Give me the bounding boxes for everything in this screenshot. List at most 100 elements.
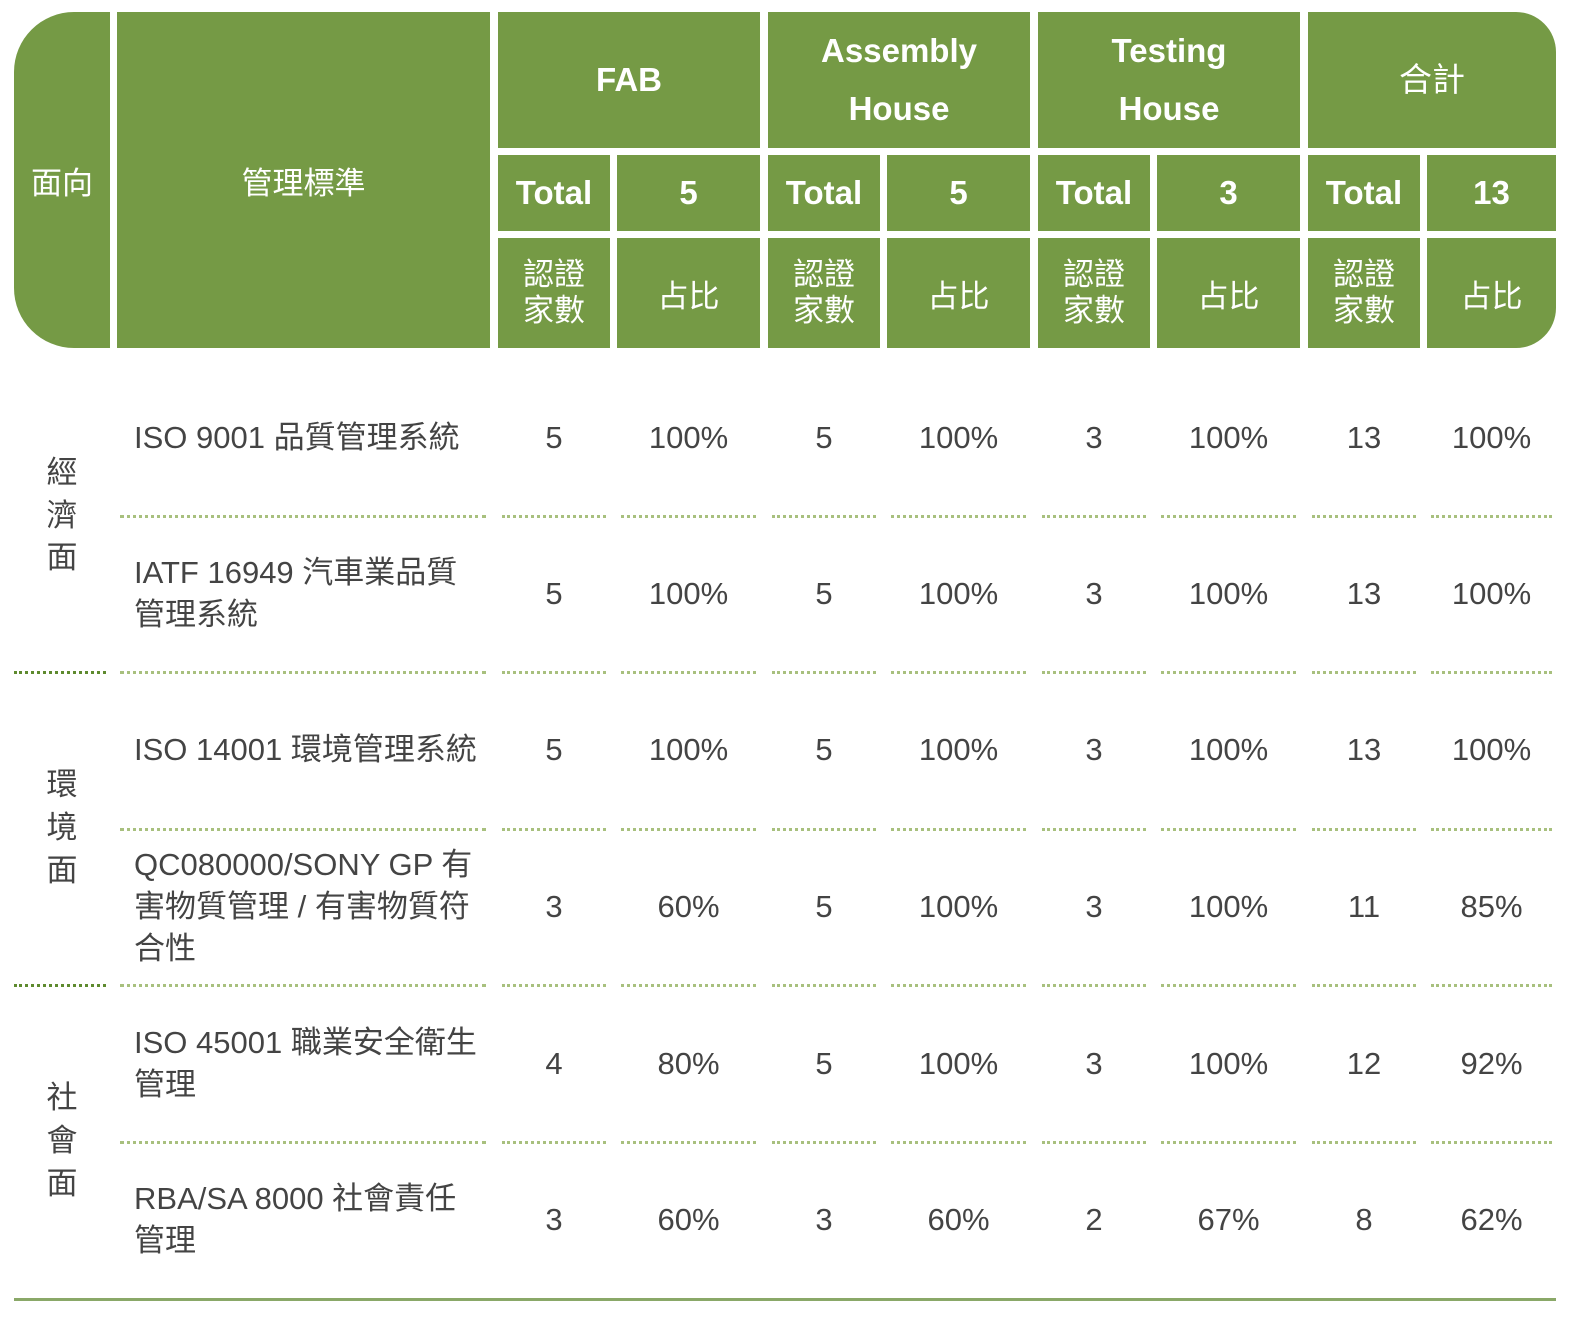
cell-sum-ratio: 100% <box>1451 420 1532 455</box>
row-separator <box>1161 671 1296 674</box>
row-separator <box>502 1141 606 1144</box>
cell-sum-count: 8 <box>1355 1202 1373 1237</box>
cell-testing-count: 3 <box>1085 732 1103 767</box>
table-row-standard: QC080000/SONY GP 有害物質管理 / 有害物質符合性 <box>134 847 473 966</box>
cell-testing-ratio: 100% <box>1188 889 1269 924</box>
row-separator <box>502 984 606 987</box>
table-row-standard: IATF 16949 汽車業品質管理系統 <box>134 555 458 632</box>
cell-testing-ratio: 100% <box>1188 732 1269 767</box>
cell-sum-count: 11 <box>1347 889 1381 924</box>
row-separator <box>1161 828 1296 831</box>
total-value-assembly: 5 <box>887 155 1030 231</box>
row-separator <box>621 828 756 831</box>
cell-assembly-ratio: 100% <box>918 420 999 455</box>
cell-testing-ratio: 100% <box>1188 576 1269 611</box>
row-separator <box>1431 515 1552 518</box>
row-separator <box>1042 828 1146 831</box>
row-separator <box>772 671 876 674</box>
row-separator <box>120 515 486 518</box>
cell-sum-ratio: 85% <box>1460 889 1523 924</box>
row-separator <box>1312 828 1416 831</box>
cell-fab-count: 3 <box>545 889 563 924</box>
row-separator <box>891 828 1026 831</box>
row-separator <box>772 828 876 831</box>
cell-assembly-count: 5 <box>815 420 833 455</box>
cell-testing-count: 3 <box>1085 889 1103 924</box>
cell-sum-count: 13 <box>1346 576 1382 611</box>
row-separator <box>502 515 606 518</box>
total-label-testing: Total <box>1038 155 1150 231</box>
ratio-label-assembly: 占比 <box>887 238 1030 348</box>
cell-fab-ratio: 80% <box>657 1045 720 1081</box>
count-label-assembly: 認證家數 <box>768 238 880 348</box>
row-separator <box>1312 984 1416 987</box>
cell-fab-ratio: 100% <box>648 576 729 611</box>
cell-assembly-ratio: 60% <box>927 1202 990 1237</box>
group-header-testing-house: Testing House <box>1038 12 1300 148</box>
table-row-standard: ISO 14001 環境管理系統 <box>134 732 477 768</box>
cell-assembly-ratio: 100% <box>918 889 999 924</box>
row-separator <box>1042 1141 1146 1144</box>
cell-testing-count: 3 <box>1085 576 1103 611</box>
count-label-testing: 認證家數 <box>1038 238 1150 348</box>
cell-assembly-count: 5 <box>815 889 833 924</box>
cell-assembly-count: 5 <box>815 732 833 767</box>
total-label-assembly: Total <box>768 155 880 231</box>
group-separator <box>14 984 106 987</box>
cell-assembly-ratio: 100% <box>918 576 999 611</box>
group-header-assembly-house: Assembly House <box>768 12 1030 148</box>
row-separator <box>891 671 1026 674</box>
row-separator <box>1042 671 1146 674</box>
row-separator <box>120 1141 486 1144</box>
row-separator <box>1161 1141 1296 1144</box>
ratio-label-sum: 占比 <box>1427 238 1556 348</box>
row-separator <box>1042 515 1146 518</box>
cell-testing-count: 3 <box>1085 1045 1103 1081</box>
row-separator <box>1312 1141 1416 1144</box>
row-separator <box>772 515 876 518</box>
total-label-fab: Total <box>498 155 610 231</box>
cell-fab-ratio: 100% <box>648 420 729 455</box>
row-separator <box>1161 984 1296 987</box>
table-row-standard: ISO 45001 職業安全衛生管理 <box>134 1024 477 1102</box>
row-separator <box>502 828 606 831</box>
cell-assembly-count: 5 <box>815 576 833 611</box>
cell-testing-ratio: 100% <box>1188 420 1269 455</box>
table-row-standard: RBA/SA 8000 社會責任管理 <box>134 1181 457 1258</box>
header-dimension: 面向 <box>14 12 110 348</box>
cell-fab-count: 5 <box>545 576 563 611</box>
header-standard: 管理標準 <box>117 12 490 348</box>
table-bottom-border <box>14 1298 1556 1301</box>
cell-sum-ratio: 62% <box>1460 1202 1523 1237</box>
cell-fab-ratio: 60% <box>657 1202 720 1237</box>
row-separator <box>1312 515 1416 518</box>
cell-fab-count: 4 <box>545 1045 563 1081</box>
total-label-sum: Total <box>1308 155 1420 231</box>
group-separator <box>14 671 106 674</box>
cell-fab-count: 5 <box>545 732 563 767</box>
cell-testing-ratio: 67% <box>1197 1202 1260 1237</box>
ratio-label-testing: 占比 <box>1157 238 1300 348</box>
cell-testing-count: 3 <box>1085 420 1103 455</box>
row-separator <box>1431 671 1552 674</box>
group-header-total: 合計 <box>1308 12 1556 148</box>
row-separator <box>1431 1141 1552 1144</box>
group-header-fab: FAB <box>498 12 760 148</box>
cell-sum-ratio: 100% <box>1451 576 1532 611</box>
certification-table: 面向 管理標準 FAB Assembly House Testing House… <box>0 0 1590 1334</box>
cell-sum-count: 13 <box>1346 420 1382 455</box>
aspect-social: 社會面 <box>46 1080 78 1201</box>
row-separator <box>1431 828 1552 831</box>
cell-assembly-count: 5 <box>815 1045 833 1081</box>
count-label-fab: 認證家數 <box>498 238 610 348</box>
cell-assembly-ratio: 100% <box>918 1045 999 1081</box>
aspect-economic: 經濟面 <box>46 454 78 576</box>
row-separator <box>1431 984 1552 987</box>
row-separator <box>120 671 486 674</box>
total-value-fab: 5 <box>617 155 760 231</box>
row-separator <box>120 828 486 831</box>
cell-sum-count: 13 <box>1346 732 1382 767</box>
row-separator <box>1042 984 1146 987</box>
cell-assembly-count: 3 <box>815 1202 833 1237</box>
cell-sum-ratio: 92% <box>1460 1045 1523 1081</box>
